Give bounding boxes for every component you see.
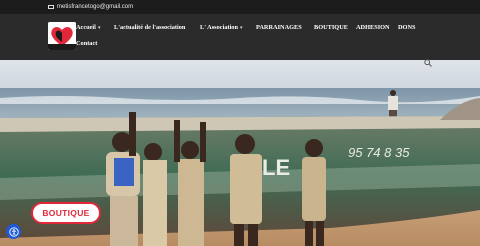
site-logo[interactable] xyxy=(48,22,76,50)
nav-item-label: DONS xyxy=(398,24,416,31)
nav-item-label: L'actualité de l'association xyxy=(114,24,186,31)
logo-heart-icon xyxy=(48,22,76,50)
email-text: metisfrancetogo@gmail.com xyxy=(57,4,134,10)
email-contact[interactable]: metisfrancetogo@gmail.com xyxy=(48,4,133,10)
accessibility-button[interactable] xyxy=(6,224,21,239)
site-header: Accueil ▾ L'actualité de l'association L… xyxy=(0,14,480,60)
boat-lettering: LE xyxy=(262,155,290,180)
nav-item-label: ADHESION xyxy=(356,24,390,31)
nav-item-contact[interactable]: Contact xyxy=(76,40,97,47)
accessibility-icon xyxy=(8,226,19,237)
chevron-down-icon: ▾ xyxy=(97,24,101,31)
nav-item-dons[interactable]: DONS xyxy=(398,24,416,31)
nav-item-actualite[interactable]: L'actualité de l'association xyxy=(114,24,185,31)
nav-item-label: L' Association xyxy=(200,24,238,31)
search-icon[interactable] xyxy=(424,59,432,67)
boutique-button-label: BOUTIQUE xyxy=(42,208,90,218)
chevron-down-icon: ▾ xyxy=(239,24,243,31)
nav-item-accueil[interactable]: Accueil ▾ xyxy=(76,24,100,31)
top-bar: metisfrancetogo@gmail.com xyxy=(0,0,480,14)
mail-icon xyxy=(48,5,54,9)
boat-registration: 95 74 8 35 xyxy=(348,145,410,160)
nav-item-label: Accueil xyxy=(76,24,96,31)
nav-item-adhesion[interactable]: ADHESION xyxy=(356,24,390,31)
nav-item-parrainages[interactable]: PARRAINAGES xyxy=(256,24,302,31)
nav-item-label: PARRAINAGES xyxy=(256,24,302,31)
nav-item-label: Contact xyxy=(76,40,98,47)
nav-item-label: BOUTIQUE xyxy=(314,24,348,31)
nav-item-boutique[interactable]: BOUTIQUE xyxy=(314,24,348,31)
boutique-floating-button[interactable]: BOUTIQUE xyxy=(31,202,101,224)
nav-item-association[interactable]: L' Association ▾ xyxy=(200,24,242,31)
